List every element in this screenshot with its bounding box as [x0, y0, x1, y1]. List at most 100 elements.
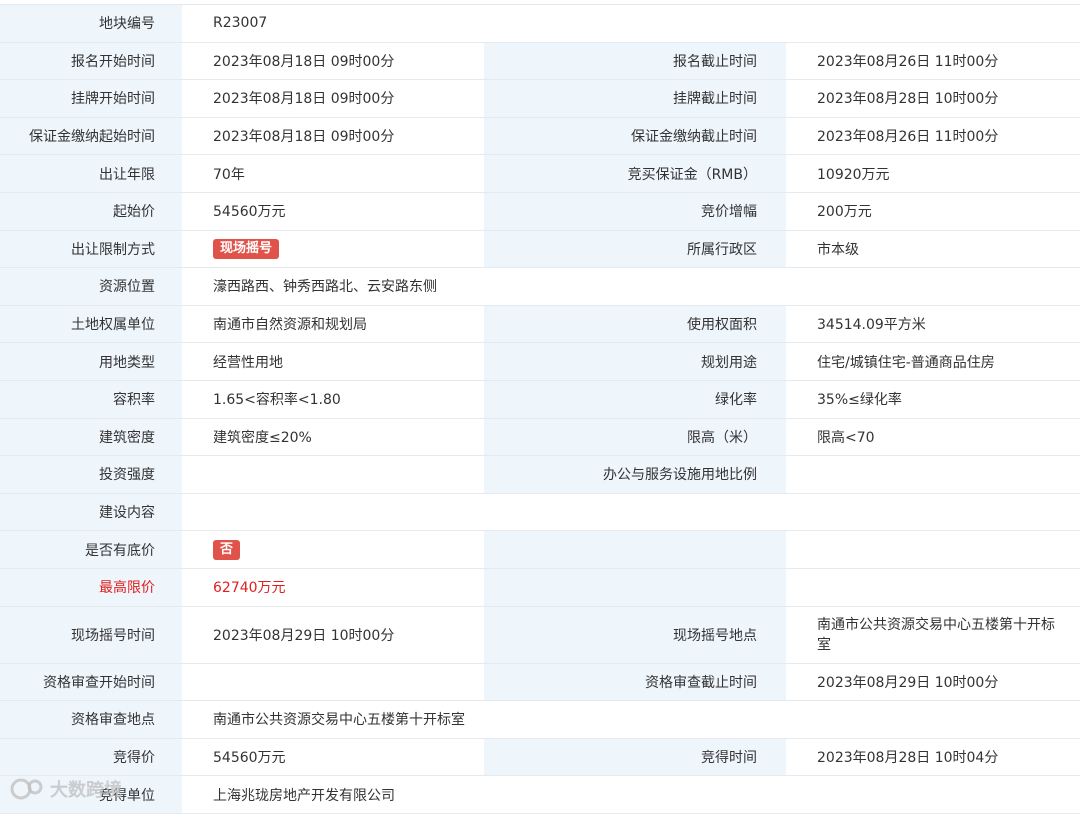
value-review-end: 2023年08月29日 10时00分 [786, 663, 1080, 702]
table-row: 出让年限 70年 竞买保证金（RMB） 10920万元 [0, 154, 1080, 193]
table-row: 出让限制方式 现场摇号 所属行政区 市本级 [0, 230, 1080, 269]
restriction-mode-tag: 现场摇号 [213, 238, 280, 259]
label-deal-price: 竞得价 [0, 738, 182, 777]
label-signup-end: 报名截止时间 [484, 42, 786, 81]
value-lottery-time: 2023年08月29日 10时00分 [182, 606, 484, 664]
empty-cell [484, 775, 786, 814]
value-plot-ratio: 1.65<容积率<1.80 [182, 380, 484, 419]
watermark-text: 大数跨境 [50, 780, 122, 801]
table-row: 用地类型 经营性用地 规划用途 住宅/城镇住宅-普通商品住房 [0, 342, 1080, 381]
value-increment: 200万元 [786, 192, 1080, 231]
table-row: 竞得价 54560万元 竞得时间 2023年08月28日 10时04分 [0, 738, 1080, 777]
value-green-ratio: 35%≤绿化率 [786, 380, 1080, 419]
label-invest-intensity: 投资强度 [0, 455, 182, 494]
label-area: 使用权面积 [484, 305, 786, 344]
value-reserve-price: 否 [182, 530, 484, 569]
label-office-ratio: 办公与服务设施用地比例 [484, 455, 786, 494]
table-row: 资格审查地点 南通市公共资源交易中心五楼第十开标室 [0, 700, 1080, 739]
table-row: 资源位置 濠西路西、钟秀西路北、云安路东侧 [0, 267, 1080, 306]
table-row: 建设内容 [0, 493, 1080, 532]
value-review-place: 南通市公共资源交易中心五楼第十开标室 [182, 700, 1080, 739]
label-reserve-price: 是否有底价 [0, 530, 182, 569]
label-lottery-time: 现场摇号时间 [0, 606, 182, 664]
table-row: 资格审查开始时间 资格审查截止时间 2023年08月29日 10时00分 [0, 663, 1080, 702]
label-plot-ratio: 容积率 [0, 380, 182, 419]
value-listing-end: 2023年08月28日 10时00分 [786, 79, 1080, 118]
table-row: 保证金缴纳起始时间 2023年08月18日 09时00分 保证金缴纳截止时间 2… [0, 117, 1080, 156]
value-owner-unit: 南通市自然资源和规划局 [182, 305, 484, 344]
label-listing-end: 挂牌截止时间 [484, 79, 786, 118]
label-review-start: 资格审查开始时间 [0, 663, 182, 702]
label-max-price: 最高限价 [0, 568, 182, 607]
label-signup-start: 报名开始时间 [0, 42, 182, 81]
table-row: 容积率 1.65<容积率<1.80 绿化率 35%≤绿化率 [0, 380, 1080, 419]
value-construction [182, 493, 1080, 532]
label-green-ratio: 绿化率 [484, 380, 786, 419]
value-height-limit: 限高<70 [786, 418, 1080, 457]
value-lottery-place: 南通市公共资源交易中心五楼第十开标室 [786, 606, 1080, 664]
value-area: 34514.09平方米 [786, 305, 1080, 344]
label-listing-start: 挂牌开始时间 [0, 79, 182, 118]
empty-cell [786, 775, 1080, 814]
label-bid-deposit: 竞买保证金（RMB） [484, 154, 786, 193]
value-location: 濠西路西、钟秀西路北、云安路东侧 [182, 267, 1080, 306]
reserve-price-tag: 否 [213, 539, 241, 560]
table-row: 是否有底价 否 [0, 530, 1080, 569]
empty-value-cell [786, 568, 1080, 607]
label-planned-use: 规划用途 [484, 342, 786, 381]
table-row: 起始价 54560万元 竞价增幅 200万元 [0, 192, 1080, 231]
label-parcel-no: 地块编号 [0, 5, 182, 43]
empty-label-cell [484, 568, 786, 607]
label-district: 所属行政区 [484, 230, 786, 269]
dashu-logo-icon [10, 778, 43, 800]
table-row: 投资强度 办公与服务设施用地比例 [0, 455, 1080, 494]
value-deposit-end: 2023年08月26日 11时00分 [786, 117, 1080, 156]
value-invest-intensity [182, 455, 484, 494]
watermark: 大数跨境 [8, 776, 122, 802]
table-row: 挂牌开始时间 2023年08月18日 09时00分 挂牌截止时间 2023年08… [0, 79, 1080, 118]
value-signup-end: 2023年08月26日 11时00分 [786, 42, 1080, 81]
label-start-price: 起始价 [0, 192, 182, 231]
label-construction: 建设内容 [0, 493, 182, 532]
land-info-table: 地块编号 R23007 报名开始时间 2023年08月18日 09时00分 报名… [0, 5, 1080, 814]
value-max-price: 62740万元 [182, 568, 484, 607]
label-increment: 竞价增幅 [484, 192, 786, 231]
label-location: 资源位置 [0, 267, 182, 306]
value-signup-start: 2023年08月18日 09时00分 [182, 42, 484, 81]
label-review-place: 资格审查地点 [0, 700, 182, 739]
value-parcel-no: R23007 [182, 5, 1080, 43]
table-row: 地块编号 R23007 [0, 5, 1080, 43]
value-planned-use: 住宅/城镇住宅-普通商品住房 [786, 342, 1080, 381]
label-deposit-start: 保证金缴纳起始时间 [0, 117, 182, 156]
value-deal-price: 54560万元 [182, 738, 484, 777]
label-deposit-end: 保证金缴纳截止时间 [484, 117, 786, 156]
table-row: 建筑密度 建筑密度≤20% 限高（米） 限高<70 [0, 418, 1080, 457]
value-bid-deposit: 10920万元 [786, 154, 1080, 193]
table-row: 土地权属单位 南通市自然资源和规划局 使用权面积 34514.09平方米 [0, 305, 1080, 344]
value-deposit-start: 2023年08月18日 09时00分 [182, 117, 484, 156]
table-row: 竞得单位 上海兆珑房地产开发有限公司 [0, 775, 1080, 814]
table-row: 报名开始时间 2023年08月18日 09时00分 报名截止时间 2023年08… [0, 42, 1080, 81]
label-building-density: 建筑密度 [0, 418, 182, 457]
label-owner-unit: 土地权属单位 [0, 305, 182, 344]
value-district: 市本级 [786, 230, 1080, 269]
table-row: 最高限价 62740万元 [0, 568, 1080, 607]
value-listing-start: 2023年08月18日 09时00分 [182, 79, 484, 118]
label-review-end: 资格审查截止时间 [484, 663, 786, 702]
value-deal-time: 2023年08月28日 10时04分 [786, 738, 1080, 777]
value-restriction-mode: 现场摇号 [182, 230, 484, 269]
value-office-ratio [786, 455, 1080, 494]
empty-value-cell [786, 530, 1080, 569]
label-lottery-place: 现场摇号地点 [484, 606, 786, 664]
label-deal-time: 竞得时间 [484, 738, 786, 777]
value-review-start [182, 663, 484, 702]
value-winner: 上海兆珑房地产开发有限公司 [182, 775, 484, 814]
empty-label-cell [484, 530, 786, 569]
value-building-density: 建筑密度≤20% [182, 418, 484, 457]
value-start-price: 54560万元 [182, 192, 484, 231]
table-row: 现场摇号时间 2023年08月29日 10时00分 现场摇号地点 南通市公共资源… [0, 606, 1080, 664]
label-height-limit: 限高（米） [484, 418, 786, 457]
label-term: 出让年限 [0, 154, 182, 193]
value-term: 70年 [182, 154, 484, 193]
label-land-type: 用地类型 [0, 342, 182, 381]
